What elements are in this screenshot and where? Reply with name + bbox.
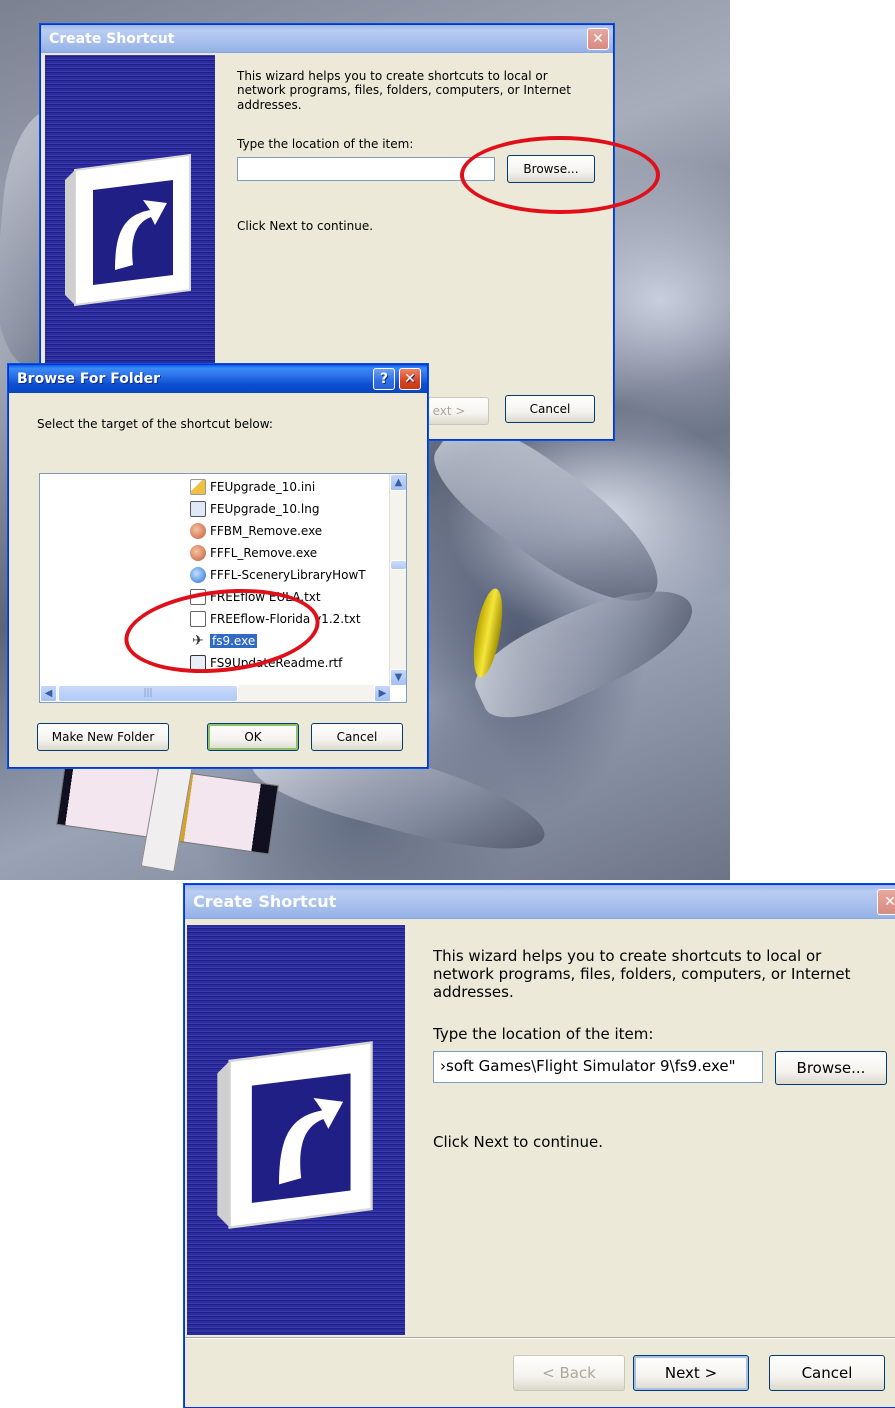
close-button[interactable]: ✕ [877, 889, 895, 915]
html-file-icon [190, 567, 206, 583]
chevron-right-icon: ▶ [378, 688, 387, 699]
back-button[interactable]: < Back [513, 1355, 625, 1391]
shortcut-arrow-icon [65, 153, 191, 307]
location-input[interactable]: ›soft Games\Flight Simulator 9\fs9.exe" [433, 1051, 763, 1083]
wizard-intro-text: This wizard helps you to create shortcut… [237, 69, 572, 112]
wizard-intro-text: This wizard helps you to create shortcut… [433, 947, 851, 1001]
file-name: FFFL_Remove.exe [210, 546, 318, 560]
scroll-up-button[interactable]: ▲ [390, 474, 406, 491]
remove-exe-icon [190, 523, 206, 539]
remove-exe-icon [190, 545, 206, 561]
close-icon: ✕ [592, 31, 604, 47]
horizontal-scrollbar[interactable]: ◀ ||| ▶ [40, 685, 391, 702]
dialog-instruction: Select the target of the shortcut below: [37, 417, 273, 431]
scroll-grip: ||| [143, 688, 153, 698]
shortcut-arrow-icon [217, 1041, 373, 1229]
dialog-title: Browse For Folder [17, 371, 161, 387]
scroll-right-button[interactable]: ▶ [374, 685, 391, 702]
list-item[interactable]: FEUpgrade_10.lng [190, 500, 319, 518]
horizontal-scroll-thumb[interactable]: ||| [58, 685, 238, 702]
screenshot-collage: Create Shortcut ✕ This wizard helps you … [0, 0, 895, 1408]
wizard-side-graphic [187, 925, 405, 1335]
ok-button[interactable]: OK [207, 723, 299, 751]
help-button[interactable]: ? [373, 368, 395, 390]
make-new-folder-button[interactable]: Make New Folder [37, 723, 169, 751]
scroll-left-button[interactable]: ◀ [40, 685, 57, 702]
chevron-down-icon: ▼ [394, 672, 403, 683]
list-item[interactable]: FFFL_Remove.exe [190, 544, 317, 562]
annotation-circle-browse [460, 136, 660, 214]
list-item[interactable]: FEUpgrade_10.ini [190, 478, 315, 496]
close-icon: ✕ [884, 894, 895, 910]
file-name: FFFL-SceneryLibraryHowT [210, 568, 366, 582]
file-name: FEUpgrade_10.lng [210, 502, 320, 516]
scroll-down-button[interactable]: ▼ [390, 669, 406, 686]
cancel-button[interactable]: Cancel [769, 1355, 885, 1391]
location-input[interactable] [237, 157, 495, 181]
window-title: Create Shortcut [49, 31, 175, 47]
continue-text: Click Next to continue. [433, 1133, 604, 1151]
mountain-ridge [463, 565, 707, 735]
chevron-left-icon: ◀ [44, 688, 53, 699]
help-icon: ? [379, 371, 389, 387]
location-label: Type the location of the item: [433, 1025, 654, 1043]
footer-divider [185, 1337, 895, 1339]
ini-file-icon [190, 479, 206, 495]
window-title-bar[interactable]: Create Shortcut ✕ [185, 885, 895, 919]
next-button[interactable]: Next > [633, 1355, 749, 1391]
bottom-create-shortcut-window: Create Shortcut ✕ This wizard helps you … [184, 884, 895, 1408]
window-title-bar[interactable]: Create Shortcut ✕ [41, 25, 613, 53]
browse-for-folder-dialog: Browse For Folder ? ✕ Select the target … [8, 364, 428, 768]
list-item[interactable]: FFBM_Remove.exe [190, 522, 322, 540]
file-name: FFBM_Remove.exe [210, 524, 323, 538]
list-item[interactable]: FFFL-SceneryLibraryHowT [190, 566, 366, 584]
close-icon: ✕ [404, 371, 416, 387]
vertical-scroll-thumb[interactable] [390, 560, 406, 570]
close-button[interactable]: ✕ [399, 368, 421, 390]
continue-text: Click Next to continue. [237, 219, 374, 233]
location-label: Type the location of the item: [237, 137, 414, 151]
chevron-up-icon: ▲ [394, 477, 403, 488]
lng-file-icon [190, 501, 206, 517]
window-title: Create Shortcut [193, 892, 337, 911]
dialog-title-bar[interactable]: Browse For Folder ? ✕ [9, 365, 427, 393]
close-button[interactable]: ✕ [587, 28, 609, 50]
browse-button[interactable]: Browse... [775, 1051, 887, 1085]
cancel-button[interactable]: Cancel [311, 723, 403, 751]
vertical-scrollbar[interactable]: ▲ ▼ [389, 474, 406, 686]
cancel-button[interactable]: Cancel [505, 395, 595, 423]
file-name: FEUpgrade_10.ini [210, 480, 316, 494]
